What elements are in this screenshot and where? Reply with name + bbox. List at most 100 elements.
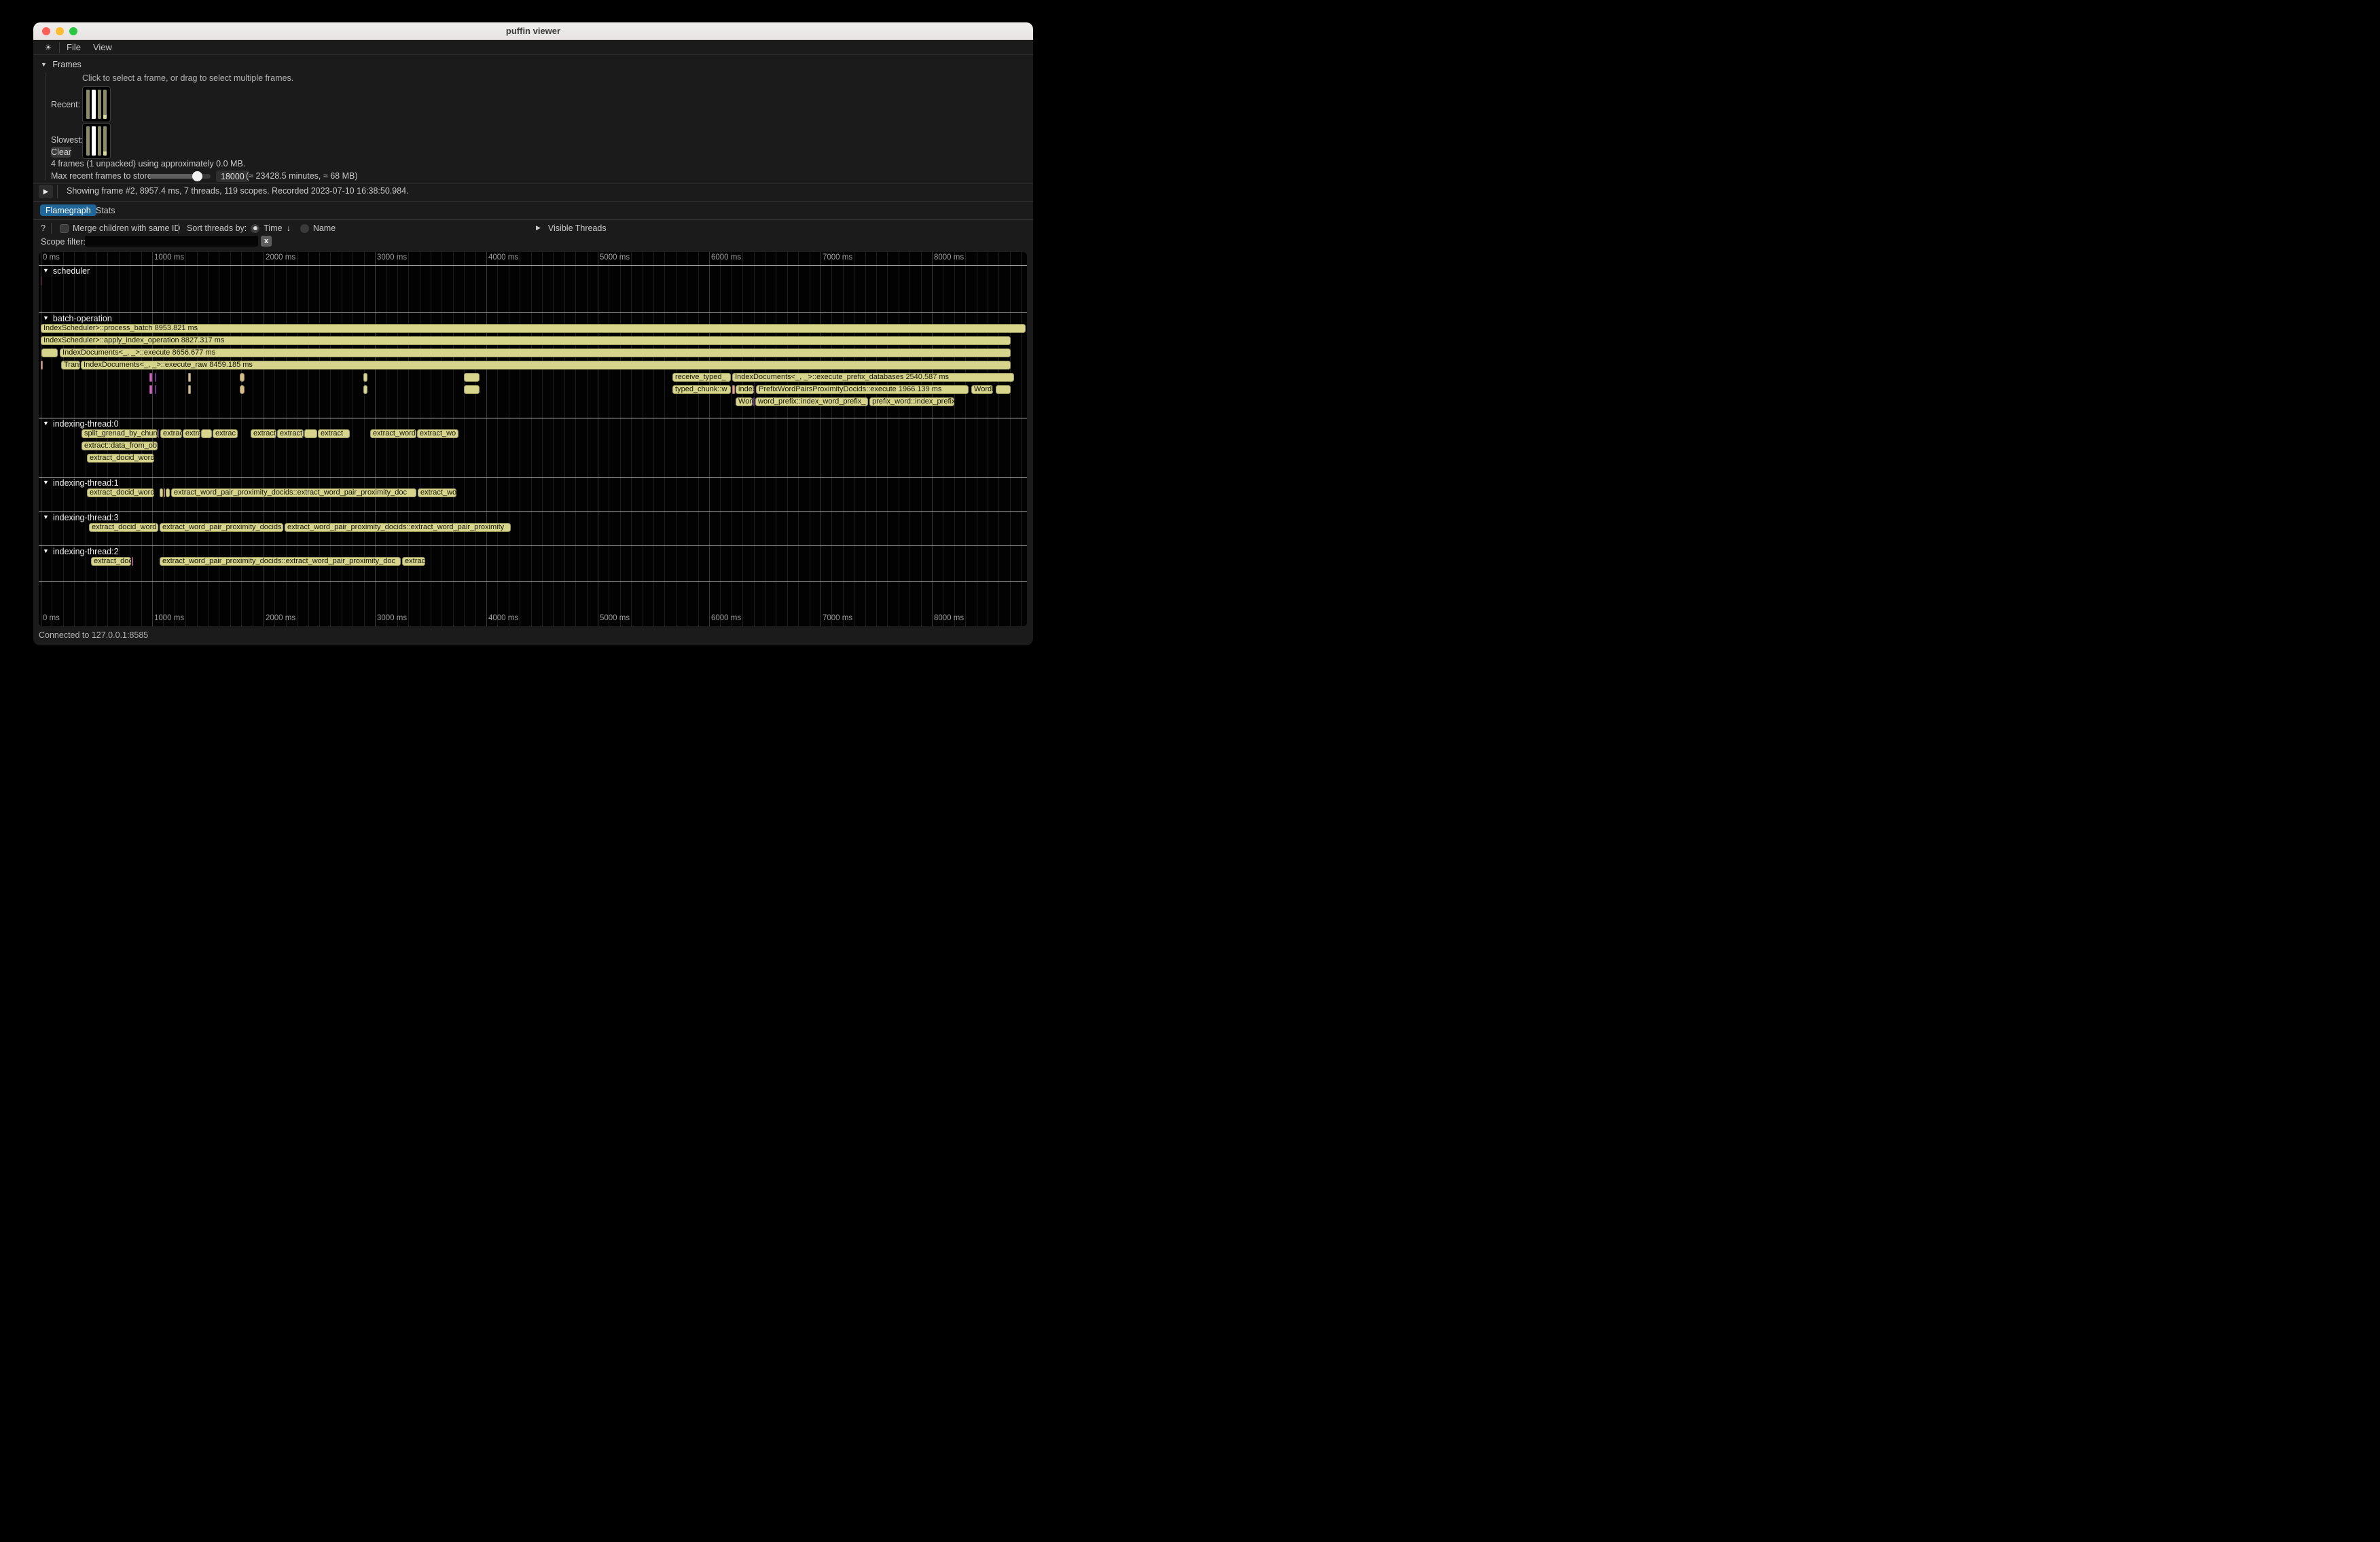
scope-bar[interactable]: extrac bbox=[402, 557, 425, 566]
frame-bar[interactable] bbox=[86, 126, 90, 156]
scope-bar[interactable] bbox=[132, 557, 133, 566]
menu-view[interactable]: View bbox=[93, 42, 119, 52]
sort-name-label[interactable]: Name bbox=[313, 223, 336, 233]
merge-children-checkbox[interactable] bbox=[60, 224, 69, 233]
scope-bar[interactable]: IndexScheduler>::apply_index_operation 8… bbox=[41, 336, 1011, 345]
help-button[interactable]: ? bbox=[41, 223, 46, 233]
frame-bar[interactable] bbox=[103, 126, 107, 156]
thread-header[interactable]: ▼indexing-thread:1 bbox=[39, 478, 1027, 488]
scope-bar[interactable]: extract_word_pair_proximity_docids::extr… bbox=[160, 557, 401, 566]
merge-children-control[interactable]: Merge children with same ID bbox=[60, 223, 180, 233]
scope-bar[interactable] bbox=[188, 385, 191, 394]
scope-bar[interactable] bbox=[240, 385, 245, 394]
sort-name-radio[interactable] bbox=[300, 224, 309, 233]
scope-bar[interactable] bbox=[41, 361, 43, 370]
scope-bar[interactable]: IndexDocuments<_, _>::execute_raw 8459.1… bbox=[81, 361, 1011, 370]
visible-threads-header[interactable]: ▶ Visible Threads bbox=[536, 223, 607, 233]
menu-file[interactable]: File bbox=[67, 42, 88, 52]
scope-bar[interactable]: Trans bbox=[61, 361, 80, 370]
scope-bar[interactable]: prefix_word::index_prefix_wo bbox=[869, 397, 954, 406]
scope-bar[interactable]: extract_word_pair_proximity_docids bbox=[160, 523, 283, 532]
minimize-button[interactable] bbox=[56, 27, 64, 35]
scope-bar[interactable] bbox=[188, 373, 191, 382]
scope-bar[interactable]: PrefixWordPairsProximityDocids::execute … bbox=[756, 385, 969, 394]
thread-header[interactable]: ▼scheduler bbox=[39, 266, 1027, 276]
scope-bar[interactable]: extract_word_pair_proximity_docids::extr… bbox=[285, 523, 511, 532]
flamegraph-canvas[interactable]: 0 ms1000 ms2000 ms3000 ms4000 ms5000 ms6… bbox=[39, 252, 1027, 626]
scope-bar[interactable] bbox=[149, 385, 152, 394]
scope-bar[interactable] bbox=[996, 385, 1011, 394]
scope-bar[interactable]: word_prefix::index_word_prefix_ bbox=[755, 397, 868, 406]
scope-bar[interactable]: IndexDocuments<_, _>::execute 8656.677 m… bbox=[60, 348, 1011, 357]
scope-bar[interactable]: extract::data_from_ob bbox=[82, 442, 158, 450]
scope-bar[interactable] bbox=[41, 348, 58, 357]
scope-bar[interactable] bbox=[164, 488, 165, 497]
thread-header[interactable]: ▼indexing-thread:2 bbox=[39, 546, 1027, 557]
tab-flamegraph[interactable]: Flamegraph bbox=[40, 204, 96, 216]
scope-bar[interactable] bbox=[166, 488, 170, 497]
scope-bar[interactable]: extract_docid_word bbox=[89, 523, 158, 532]
sort-time-label[interactable]: Time bbox=[264, 223, 282, 233]
play-button[interactable]: ▶ bbox=[39, 185, 53, 198]
scope-bar[interactable] bbox=[753, 397, 755, 406]
theme-sun-icon[interactable]: ☀ bbox=[41, 43, 55, 52]
scope-bar[interactable]: extract_doc bbox=[91, 557, 131, 566]
close-button[interactable] bbox=[42, 27, 50, 35]
scope-bar[interactable]: IndexScheduler>::process_batch 8953.821 … bbox=[41, 324, 1026, 333]
scope-bar[interactable] bbox=[363, 373, 367, 382]
frames-collapse-header[interactable]: ▼ Frames bbox=[41, 60, 82, 69]
sort-time-radio[interactable] bbox=[251, 224, 259, 233]
scope-bar[interactable] bbox=[155, 373, 156, 382]
scope-bar[interactable]: extract_wo bbox=[418, 488, 456, 497]
clear-filter-button[interactable]: x bbox=[261, 236, 272, 247]
scope-bar[interactable]: Word bbox=[736, 397, 753, 406]
scope-bar[interactable] bbox=[464, 373, 480, 382]
scope-bar[interactable]: extra bbox=[183, 429, 200, 438]
frame-bar[interactable] bbox=[92, 90, 95, 119]
scope-bar[interactable]: extract_ bbox=[277, 429, 304, 438]
scope-bar[interactable]: receive_typed_ bbox=[672, 373, 731, 382]
frame-bar[interactable] bbox=[86, 90, 90, 119]
slowest-frames-thumbnail[interactable] bbox=[82, 123, 111, 159]
scope-bar[interactable] bbox=[160, 488, 163, 497]
clear-button[interactable]: Clear bbox=[51, 147, 71, 158]
slider-knob[interactable] bbox=[192, 171, 202, 181]
scope-bar[interactable]: extract_word_pair_proximity_docids::extr… bbox=[171, 488, 416, 497]
max-frames-value[interactable]: 18000 bbox=[216, 171, 249, 182]
scope-bar[interactable]: extract bbox=[160, 429, 182, 438]
scope-bar[interactable] bbox=[464, 385, 480, 394]
scope-bar[interactable] bbox=[363, 385, 367, 394]
frame-bar[interactable] bbox=[98, 90, 101, 119]
frame-bar[interactable] bbox=[103, 90, 107, 119]
scope-filter-input[interactable] bbox=[85, 236, 258, 247]
sort-direction-arrow-icon[interactable]: ↓ bbox=[287, 223, 291, 233]
tab-stats[interactable]: Stats bbox=[90, 204, 121, 216]
thread-header[interactable]: ▼batch-operation bbox=[39, 313, 1027, 324]
zoom-button[interactable] bbox=[69, 27, 77, 35]
scope-bar[interactable] bbox=[149, 373, 152, 382]
scope-bar[interactable]: split_grenad_by_chun bbox=[82, 429, 158, 438]
scope-bar[interactable] bbox=[158, 429, 159, 438]
scope-bar[interactable] bbox=[155, 385, 156, 394]
scope-bar[interactable]: WordPr bbox=[971, 385, 993, 394]
scope-bar[interactable]: extract_word bbox=[370, 429, 416, 438]
scope-bar[interactable]: IndexDocuments<_, _>::execute_prefix_dat… bbox=[732, 373, 1014, 382]
scope-bar[interactable]: typed_chunk::w bbox=[672, 385, 731, 394]
scope-bar[interactable]: extract_docid_word bbox=[87, 454, 154, 463]
frame-bar[interactable] bbox=[98, 126, 101, 156]
recent-frames-thumbnail[interactable] bbox=[82, 86, 111, 122]
thread-header[interactable]: ▼indexing-thread:0 bbox=[39, 418, 1027, 429]
scope-bar[interactable] bbox=[304, 429, 317, 438]
thread-header[interactable]: ▼indexing-thread:3 bbox=[39, 512, 1027, 523]
max-frames-slider[interactable] bbox=[149, 174, 211, 179]
scope-bar[interactable]: extract_docid_word bbox=[87, 488, 154, 497]
scope-bar[interactable] bbox=[201, 429, 212, 438]
scope-bar[interactable]: index bbox=[736, 385, 754, 394]
scope-bar[interactable]: extract bbox=[318, 429, 350, 438]
scope-bar[interactable] bbox=[240, 373, 245, 382]
scope-bar[interactable]: extract_ bbox=[251, 429, 276, 438]
frame-bar[interactable] bbox=[92, 126, 95, 156]
scope-bar[interactable]: extract_wo bbox=[417, 429, 458, 438]
scope-bar[interactable]: extrac bbox=[213, 429, 238, 438]
scope-bar[interactable] bbox=[732, 385, 735, 394]
